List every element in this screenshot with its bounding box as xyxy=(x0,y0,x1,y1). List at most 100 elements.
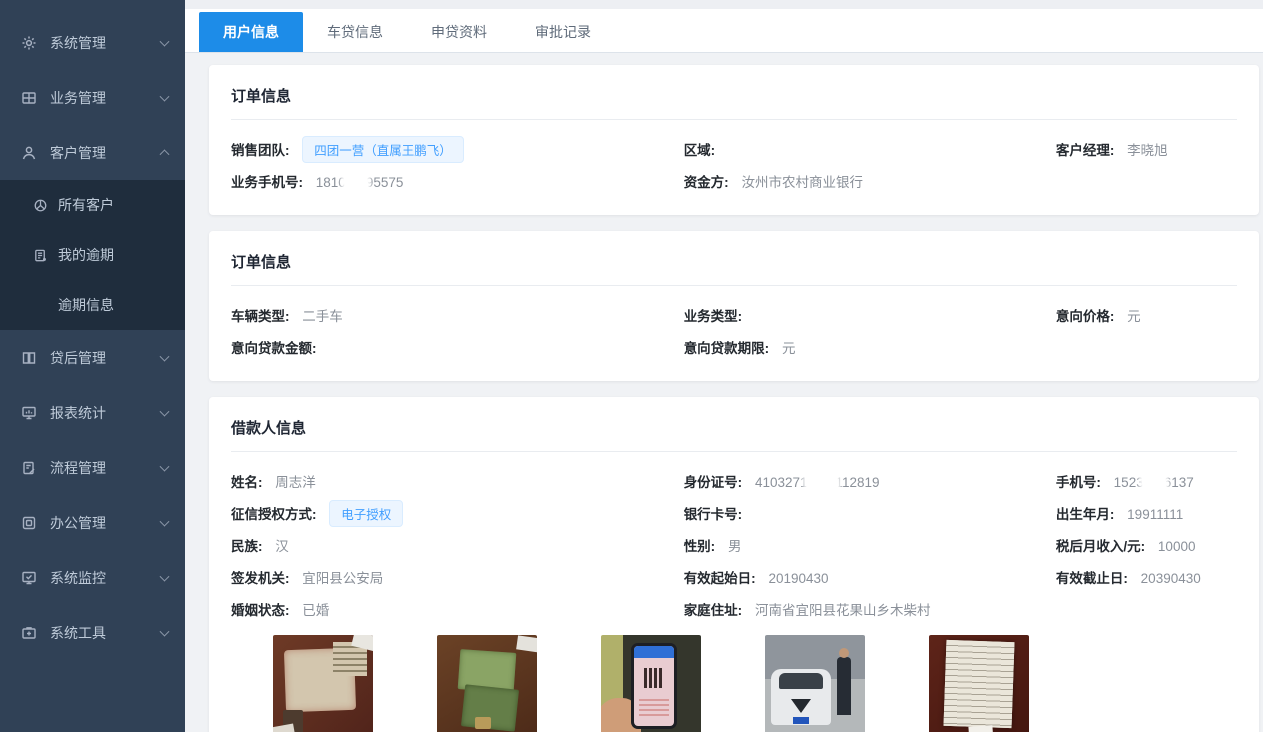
chevron-down-icon xyxy=(160,91,170,101)
field-business-phone: 业务手机号: 181095575 xyxy=(231,171,684,191)
phone-qr-photo[interactable]: 视频截图 xyxy=(601,635,701,732)
field-label: 签发机关: xyxy=(231,571,290,586)
sidebar-item-report-stats[interactable]: 报表统计 xyxy=(0,385,185,440)
field-label: 有效截止日: xyxy=(1056,571,1128,586)
sidebar-item-business-mgmt[interactable]: 业务管理 xyxy=(0,70,185,125)
field-value: 4103271112819 xyxy=(755,475,880,490)
field-label: 出生年月: xyxy=(1056,507,1115,522)
tab-user-info[interactable]: 用户信息 xyxy=(199,12,303,52)
field-credit-auth: 征信授权方式: 电子授权 xyxy=(231,500,684,527)
monitor-icon xyxy=(21,570,37,586)
chevron-down-icon xyxy=(160,571,170,581)
field-label: 婚姻状态: xyxy=(231,603,290,618)
field-label: 姓名: xyxy=(231,475,263,490)
field-name: 姓名: 周志洋 xyxy=(231,471,684,491)
field-label: 客户经理: xyxy=(1056,143,1115,158)
sidebar-item-overdue-info[interactable]: 逾期信息 xyxy=(0,280,185,330)
sidebar-item-my-overdue[interactable]: 我的逾期 xyxy=(0,230,185,280)
sales-team-tag[interactable]: 四团一营（直属王鹏飞） xyxy=(302,136,464,163)
field-intent-price: 意向价格: 元 xyxy=(1056,305,1237,325)
sidebar-item-system-monitor[interactable]: 系统监控 xyxy=(0,550,185,605)
sidebar-item-label: 我的逾期 xyxy=(58,245,114,265)
grid-icon xyxy=(21,90,37,106)
office-icon xyxy=(21,515,37,531)
field-value: 181095575 xyxy=(316,175,404,190)
field-label: 资金方: xyxy=(684,175,729,190)
field-label: 意向价格: xyxy=(1056,309,1115,324)
photo-thumbnail[interactable] xyxy=(765,635,865,732)
field-gender: 性别: 男 xyxy=(684,535,1056,555)
tab-car-loan-info[interactable]: 车贷信息 xyxy=(303,12,407,52)
field-vehicle-type: 车辆类型: 二手车 xyxy=(231,305,684,325)
field-label: 有效起始日: xyxy=(684,571,756,586)
field-issuing-authority: 签发机关: 宜阳县公安局 xyxy=(231,567,684,587)
field-home-address: 家庭住址: 河南省宜阳县花果山乡木柴村 xyxy=(684,599,1056,619)
sidebar-item-label: 所有客户 xyxy=(58,195,114,215)
chevron-down-icon xyxy=(160,516,170,526)
field-value: 20390430 xyxy=(1141,571,1201,586)
workflow-icon xyxy=(21,460,37,476)
field-label: 税后月收入/元: xyxy=(1056,539,1145,554)
field-label: 身份证号: xyxy=(684,475,743,490)
field-id-number: 身份证号: 4103271112819 xyxy=(684,471,1056,491)
field-account-manager: 客户经理: 李晓旭 xyxy=(1056,139,1237,159)
credit-auth-tag: 电子授权 xyxy=(329,500,403,527)
sidebar-item-label: 客户管理 xyxy=(50,143,106,163)
field-valid-to: 有效截止日: 20390430 xyxy=(1056,567,1237,587)
detail-tabbar: 用户信息 车贷信息 申贷资料 审批记录 xyxy=(185,9,1263,53)
field-business-type: 业务类型: xyxy=(684,305,1056,325)
sidebar-item-label: 系统工具 xyxy=(50,623,106,643)
handwritten-doc-photo[interactable]: 其他材料 xyxy=(929,635,1029,732)
field-label: 业务类型: xyxy=(684,309,743,324)
field-label: 家庭住址: xyxy=(684,603,743,618)
field-value: 二手车 xyxy=(302,309,343,324)
sidebar-item-label: 逾期信息 xyxy=(58,295,114,315)
sidebar-item-system-tools[interactable]: 系统工具 xyxy=(0,605,185,660)
field-label: 车辆类型: xyxy=(231,309,290,324)
field-funder: 资金方: 汝州市农村商业银行 xyxy=(684,171,1056,191)
field-birth: 出生年月: 19911111 xyxy=(1056,503,1237,523)
document-photos-row: 身份证 驾驶证副页 视频截图 xyxy=(231,635,1237,732)
field-label: 意向贷款金额: xyxy=(231,341,317,356)
card-title: 订单信息 xyxy=(231,79,1237,120)
gear-icon xyxy=(21,35,37,51)
photo-thumbnail[interactable] xyxy=(437,635,537,732)
field-value: 汉 xyxy=(275,539,289,554)
book-icon xyxy=(21,350,37,366)
card-title: 订单信息 xyxy=(231,245,1237,286)
photo-thumbnail[interactable] xyxy=(273,635,373,732)
id-card-photo[interactable]: 身份证 xyxy=(273,635,373,732)
field-sales-team: 销售团队: 四团一营（直属王鹏飞） xyxy=(231,136,684,163)
field-value: 汝州市农村商业银行 xyxy=(741,175,863,190)
sidebar-item-office-mgmt[interactable]: 办公管理 xyxy=(0,495,185,550)
sidebar-item-postloan-mgmt[interactable]: 贷后管理 xyxy=(0,330,185,385)
field-value: 元 xyxy=(782,341,796,356)
green-booklet-photo[interactable]: 驾驶证副页 xyxy=(437,635,537,732)
order-info-card-1: 订单信息 销售团队: 四团一营（直属王鹏飞） 区域: 客户经理: 李晓旭 业务手… xyxy=(209,65,1259,215)
user-icon xyxy=(21,145,37,161)
sidebar-item-process-mgmt[interactable]: 流程管理 xyxy=(0,440,185,495)
field-label: 性别: xyxy=(684,539,716,554)
sidebar-item-system-mgmt[interactable]: 系统管理 xyxy=(0,15,185,70)
photo-thumbnail[interactable] xyxy=(929,635,1029,732)
sidebar-item-all-customers[interactable]: 所有客户 xyxy=(0,180,185,230)
chevron-down-icon xyxy=(160,626,170,636)
tab-approval-records[interactable]: 审批记录 xyxy=(511,12,615,52)
card-title: 借款人信息 xyxy=(231,411,1237,452)
sidebar-item-label: 办公管理 xyxy=(50,513,106,533)
car-with-person-photo[interactable]: 人车合影 xyxy=(765,635,865,732)
borrower-info-card: 借款人信息 姓名: 周志洋 身份证号: 4103271112819 手机号: 1… xyxy=(209,397,1259,732)
field-label: 征信授权方式: xyxy=(231,507,317,522)
field-region: 区域: xyxy=(684,139,1056,159)
tab-loan-application-docs[interactable]: 申贷资料 xyxy=(407,12,511,52)
field-value: 李晓旭 xyxy=(1127,143,1168,158)
field-mobile: 手机号: 15236137 xyxy=(1056,471,1237,491)
photo-thumbnail[interactable] xyxy=(601,635,701,732)
field-ethnicity: 民族: 汉 xyxy=(231,535,684,555)
chevron-up-icon xyxy=(160,149,170,159)
field-marital-status: 婚姻状态: 已婚 xyxy=(231,599,684,619)
sidebar-item-label: 系统管理 xyxy=(50,33,106,53)
sidebar-item-customer-mgmt[interactable]: 客户管理 xyxy=(0,125,185,180)
order-info-card-2: 订单信息 车辆类型: 二手车 业务类型: 意向价格: 元 意向贷款金额: xyxy=(209,231,1259,381)
field-label: 意向贷款期限: xyxy=(684,341,770,356)
